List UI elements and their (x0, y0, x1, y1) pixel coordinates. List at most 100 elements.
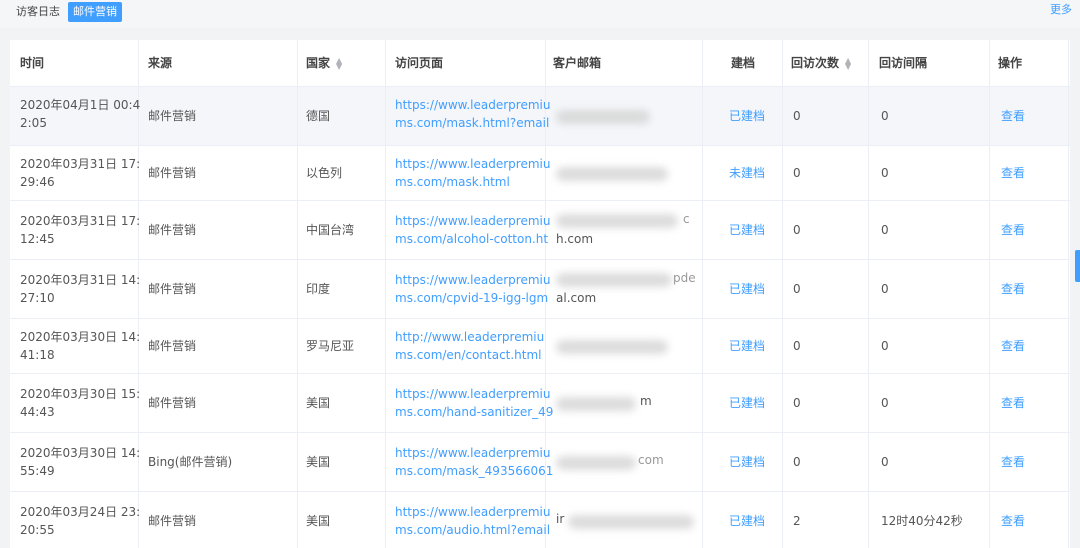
revisit-count: 0 (793, 455, 801, 469)
revisit-interval: 0 (881, 455, 889, 469)
table-row-time: 2020年03月30日 14: 55:49 (20, 444, 140, 480)
col-header-source: 来源 (148, 56, 173, 70)
redacted-email (556, 167, 668, 181)
table-row-country: 美国 (306, 455, 331, 469)
table-row-page-link[interactable]: https://www.leaderpremiu ms.com/hand-sani… (395, 385, 553, 421)
archive-status[interactable]: 已建档 (729, 107, 765, 125)
table-row-page-link[interactable]: https://www.leaderpremiu ms.com/mask.html (395, 155, 550, 191)
sort-icon[interactable]: ▲ ▼ (845, 56, 851, 70)
row-divider (10, 491, 1070, 492)
revisit-interval: 12时40分42秒 (881, 514, 963, 528)
page-line-1: https://www.leaderpremiu (395, 505, 551, 519)
table-row-source: 邮件营销 (148, 166, 197, 180)
revisit-count: 0 (793, 339, 801, 353)
column-divider (702, 40, 703, 548)
redacted-email (556, 456, 636, 470)
table-row-source: Bing(邮件营销) (148, 455, 233, 469)
archive-status[interactable]: 已建档 (729, 221, 765, 239)
row-divider (10, 86, 1070, 87)
page-line-1: https://www.leaderpremiu (395, 387, 551, 401)
page-line-2: ms.com/audio.html?email (395, 523, 551, 537)
column-divider (297, 40, 298, 548)
col-header-page: 访问页面 (395, 56, 444, 70)
time-line-1: 2020年03月31日 17: (20, 157, 141, 171)
email-fragment: h.com (556, 232, 594, 246)
view-link[interactable]: 查看 (1001, 280, 1025, 298)
page-line-1: https://www.leaderpremiu (395, 446, 551, 460)
redacted-email (556, 397, 636, 411)
table-row-page-link[interactable]: https://www.leaderpremiu ms.com/audio.htm… (395, 503, 550, 539)
page-line-1: https://www.leaderpremiu (395, 214, 551, 228)
page-line-1: https://www.leaderpremiu (395, 273, 551, 287)
side-panel-handle[interactable] (1075, 250, 1080, 282)
sort-icon[interactable]: ▲ ▼ (336, 56, 342, 70)
column-divider (989, 40, 990, 548)
col-header-revisit-count[interactable]: 回访次数 ▲ ▼ (791, 40, 851, 86)
col-header-revisit-count-label: 回访次数 (791, 56, 840, 70)
revisit-interval: 0 (881, 396, 889, 410)
time-line-1: 2020年03月31日 14: (20, 273, 141, 287)
view-link[interactable]: 查看 (1001, 394, 1025, 412)
table-row-source: 邮件营销 (148, 396, 197, 410)
revisit-interval: 0 (881, 339, 889, 353)
view-link[interactable]: 查看 (1001, 107, 1025, 125)
col-header-time: 时间 (20, 56, 45, 70)
table-row-page-link[interactable]: https://www.leaderpremiu ms.com/alcohol-c… (395, 212, 550, 248)
time-line-2: 27:10 (20, 291, 55, 305)
time-line-2: 2:05 (20, 116, 47, 130)
time-line-1: 2020年03月31日 17: (20, 214, 141, 228)
table-row-country: 中国台湾 (306, 223, 355, 237)
revisit-count: 0 (793, 223, 801, 237)
more-link[interactable]: 更多 (1050, 1, 1072, 17)
table-row-source: 邮件营销 (148, 339, 197, 353)
table-row-country: 美国 (306, 396, 331, 410)
table-row-country: 德国 (306, 109, 331, 123)
revisit-count: 0 (793, 282, 801, 296)
email-fragment: al.com (556, 291, 597, 305)
redacted-email (568, 515, 694, 529)
archive-status[interactable]: 已建档 (729, 394, 765, 412)
revisit-interval: 0 (881, 282, 889, 296)
tab-email-marketing[interactable]: 邮件营销 (68, 2, 122, 22)
page-line-1: https://www.leaderpremiu (395, 157, 551, 171)
row-divider (10, 373, 1070, 374)
archive-status[interactable]: 已建档 (729, 512, 765, 530)
column-divider (1068, 40, 1069, 548)
table-row-time: 2020年03月30日 15: 44:43 (20, 385, 140, 421)
time-line-2: 55:49 (20, 464, 55, 478)
view-link[interactable]: 查看 (1001, 453, 1025, 471)
table-row-page-link[interactable]: https://www.leaderpremiu ms.com/mask.html… (395, 96, 550, 132)
time-line-1: 2020年04月1日 00:4 (20, 98, 141, 112)
top-bar (0, 0, 1080, 28)
table-row-source: 邮件营销 (148, 223, 197, 237)
table-row-country: 美国 (306, 514, 331, 528)
time-line-2: 41:18 (20, 348, 55, 362)
table-row-time: 2020年03月31日 17: 29:46 (20, 155, 140, 191)
table-row-source: 邮件营销 (148, 514, 197, 528)
archive-status[interactable]: 未建档 (729, 164, 765, 182)
revisit-count: 0 (793, 166, 801, 180)
view-link[interactable]: 查看 (1001, 337, 1025, 355)
column-divider (385, 40, 386, 548)
col-header-country[interactable]: 国家 ▲ ▼ (306, 40, 342, 86)
email-fragment: c (683, 212, 690, 226)
time-line-1: 2020年03月30日 15: (20, 387, 141, 401)
table-row-country: 印度 (306, 282, 331, 296)
archive-status[interactable]: 已建档 (729, 280, 765, 298)
archive-status[interactable]: 已建档 (729, 453, 765, 471)
table-row-page-link[interactable]: https://www.leaderpremiu ms.com/cpvid-19-… (395, 271, 550, 307)
view-link[interactable]: 查看 (1001, 221, 1025, 239)
revisit-interval: 0 (881, 109, 889, 123)
table-row-source: 邮件营销 (148, 282, 197, 296)
table-row-page-link[interactable]: http://www.leaderpremiu ms.com/en/contact… (395, 328, 544, 364)
page-line-2: ms.com/mask_493566061 (395, 464, 554, 478)
archive-status[interactable]: 已建档 (729, 337, 765, 355)
table-row-page-link[interactable]: https://www.leaderpremiu ms.com/mask_4935… (395, 444, 553, 480)
view-link[interactable]: 查看 (1001, 512, 1025, 530)
time-line-1: 2020年03月24日 23: (20, 505, 141, 519)
view-link[interactable]: 查看 (1001, 164, 1025, 182)
table-row-time: 2020年04月1日 00:4 2:05 (20, 96, 140, 132)
tab-visitor-log[interactable]: 访客日志 (12, 2, 64, 22)
email-fragment: com (638, 453, 664, 467)
col-header-revisit-interval: 回访间隔 (879, 56, 928, 70)
